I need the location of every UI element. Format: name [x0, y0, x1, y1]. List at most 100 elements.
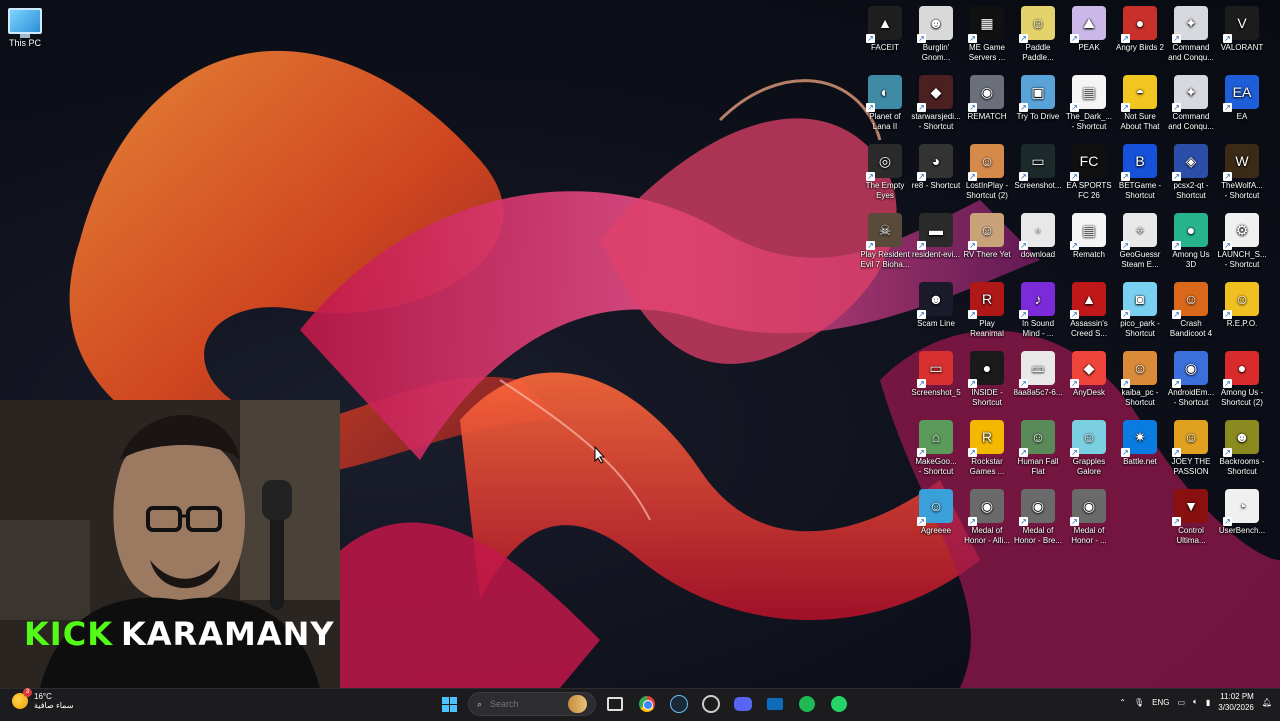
shortcut-app-icon: ◉	[1070, 489, 1106, 526]
shortcut-label: Angry Birds 2	[1115, 43, 1165, 52]
desktop-shortcut[interactable]: ▤Rematch	[1064, 211, 1114, 260]
desktop-shortcut[interactable]: ⌂MakeGoo... - Shortcut	[911, 418, 961, 477]
spotify-button[interactable]	[794, 691, 820, 717]
search-box[interactable]: ⌕	[468, 692, 596, 716]
desktop-shortcut[interactable]: ✦Command and Conqu...	[1166, 73, 1216, 132]
desktop-shortcut[interactable]: ◉Medal of Honor - ...	[1064, 487, 1114, 546]
desktop-shortcut[interactable]: ▭8aa8a5c7-6...	[1013, 349, 1063, 398]
desktop-shortcut[interactable]: ●INSIDE - Shortcut	[962, 349, 1012, 408]
shortcut-label: RV There Yet	[963, 250, 1011, 259]
desktop-shortcut[interactable]: ◉Medal of Honor - Bre...	[1013, 487, 1063, 546]
desktop-shortcut[interactable]: ●Among Us 3D	[1166, 211, 1216, 270]
shortcut-app-icon: ☠	[866, 213, 902, 250]
desktop-shortcut[interactable]: ●Angry Birds 2	[1115, 4, 1165, 53]
desktop-shortcut[interactable]: ☠Play Resident Evil 7 Bioha...	[860, 211, 910, 270]
desktop-shortcut[interactable]: ☺kaiba_pc - Shortcut	[1115, 349, 1165, 408]
app-button[interactable]	[698, 691, 724, 717]
desktop-shortcut[interactable]: ◙pico_park - Shortcut	[1115, 280, 1165, 339]
discord-button[interactable]	[730, 691, 756, 717]
shortcut-label: In Sound Mind - ...	[1021, 319, 1055, 338]
desktop-shortcut[interactable]: ☻Burglin' Gnom...	[911, 4, 961, 63]
desktop-shortcut[interactable]: ◕re8 - Shortcut	[911, 142, 961, 191]
desktop-shortcut[interactable]: ☺RV There Yet	[962, 211, 1012, 260]
desktop-shortcut[interactable]: ◉AndroidEm... - Shortcut	[1166, 349, 1216, 408]
shortcut-app-icon: ☺	[1172, 282, 1208, 319]
desktop-shortcut[interactable]: ☻Scam Line	[911, 280, 961, 329]
weather-widget[interactable]: 3 16°C سماء صافية	[12, 688, 74, 710]
desktop-shortcut[interactable]: ⚙LAUNCH_S... - Shortcut	[1217, 211, 1267, 270]
desktop-shortcut[interactable]: EAEA	[1217, 73, 1267, 122]
desktop-shortcut[interactable]: ☺Human Fall Flat	[1013, 418, 1063, 477]
desktop-shortcut[interactable]: VVALORANT	[1217, 4, 1267, 53]
desktop-shortcut[interactable]: ◐Planet of Lana II	[860, 73, 910, 132]
discord-icon	[734, 697, 752, 711]
shortcut-label: re8 - Shortcut	[911, 181, 961, 190]
desktop-shortcut[interactable]: ▦ME Game Servers ...	[962, 4, 1012, 63]
whatsapp-button[interactable]	[826, 691, 852, 717]
notification-bell-icon[interactable]: 🔔︎	[1262, 698, 1272, 707]
desktop-shortcut[interactable]: ▤The_Dark_... - Shortcut	[1064, 73, 1114, 132]
microphone-icon[interactable]: 🎙︎	[1134, 698, 1144, 707]
desktop-shortcut[interactable]: ▬resident-evi...	[911, 211, 961, 260]
language-indicator[interactable]: ENG	[1152, 698, 1169, 707]
shortcut-label: TheWolfA... - Shortcut	[1221, 181, 1263, 200]
desktop-shortcut[interactable]: ☺LostInPlay - Shortcut (2)	[962, 142, 1012, 201]
desktop-shortcut[interactable]: ☺Agreeee	[911, 487, 961, 536]
desktop-shortcut[interactable]: BBETGame - Shortcut	[1115, 142, 1165, 201]
this-pc-shortcut[interactable]: This PC	[4, 6, 46, 48]
desktop-shortcut[interactable]: ⛰PEAK	[1064, 4, 1114, 53]
shortcut-label: Human Fall Flat	[1017, 457, 1059, 476]
desktop-shortcut[interactable]: ●Among Us - Shortcut (2)	[1217, 349, 1267, 408]
desktop-shortcut[interactable]: ◉REMATCH	[962, 73, 1012, 122]
desktop-shortcut[interactable]: ☺R.E.P.O.	[1217, 280, 1267, 329]
mail-button[interactable]	[762, 691, 788, 717]
desktop-shortcut[interactable]: RPlay Reanimal	[962, 280, 1012, 339]
battery-icon[interactable]: ▮	[1206, 698, 1210, 707]
tray-overflow-chevron-icon[interactable]: ⌃	[1119, 698, 1126, 707]
network-icon[interactable]: ▭	[1177, 698, 1185, 707]
start-button[interactable]	[436, 691, 462, 717]
desktop-shortcut[interactable]: ☺Crash Bandicoot 4	[1166, 280, 1216, 339]
desktop-icon-grid: ▲FACEIT☻Burglin' Gnom...▦ME Game Servers…	[860, 4, 1280, 552]
shortcut-app-icon: ◉	[968, 489, 1004, 526]
shortcut-app-icon: ☺	[1019, 6, 1055, 43]
shortcut-label: Medal of Honor - Alli...	[964, 526, 1010, 545]
desktop-shortcut[interactable]: ☻Backrooms - Shortcut	[1217, 418, 1267, 477]
shortcut-app-icon: ▤	[1070, 213, 1106, 250]
shortcut-app-icon: FC	[1070, 144, 1106, 181]
shortcut-label: The Empty Eyes	[865, 181, 905, 200]
desktop-shortcut[interactable]: FCEA SPORTS FC 26	[1064, 142, 1114, 201]
desktop-shortcut[interactable]: ◓Not Sure About That	[1115, 73, 1165, 132]
desktop-shortcut[interactable]: ◆starwarsjedi... - Shortcut	[911, 73, 961, 132]
desktop-shortcut[interactable]: ☺JOEY THE PASSION	[1166, 418, 1216, 477]
desktop-shortcut[interactable]: ▭Screenshot_5	[911, 349, 961, 398]
desktop-shortcut[interactable]: ⌖GeoGuessr Steam E...	[1115, 211, 1165, 270]
shortcut-app-icon: ☻	[1223, 420, 1259, 457]
search-input[interactable]	[488, 698, 563, 710]
task-view-button[interactable]	[602, 691, 628, 717]
clock[interactable]: 11:02 PM 3/30/2026	[1218, 691, 1254, 713]
volume-icon[interactable]: 🔈︎	[1193, 697, 1198, 707]
shortcut-app-icon: ◔	[1223, 489, 1259, 526]
desktop-shortcut[interactable]: ◈pcsx2-qt - Shortcut	[1166, 142, 1216, 201]
desktop-shortcut[interactable]: ▭Screenshot...	[1013, 142, 1063, 191]
desktop-shortcut[interactable]: ◔UserBench...	[1217, 487, 1267, 536]
desktop-shortcut[interactable]: ◉Medal of Honor - Alli...	[962, 487, 1012, 546]
desktop-shortcut[interactable]: ▣Try To Drive	[1013, 73, 1063, 122]
desktop-shortcut[interactable]: WTheWolfA... - Shortcut	[1217, 142, 1267, 201]
shortcut-app-icon: ☻	[917, 6, 953, 43]
desktop-shortcut[interactable]: ▼Control Ultima...	[1166, 487, 1216, 546]
steam-button[interactable]	[666, 691, 692, 717]
desktop-shortcut[interactable]: RRockstar Games ...	[962, 418, 1012, 477]
desktop-shortcut[interactable]: ◎The Empty Eyes	[860, 142, 910, 201]
desktop-shortcut[interactable]: ☺Grapples Galore	[1064, 418, 1114, 477]
chrome-button[interactable]	[634, 691, 660, 717]
desktop-shortcut[interactable]: ▲FACEIT	[860, 4, 910, 53]
desktop-shortcut[interactable]: ◆AnyDesk	[1064, 349, 1114, 398]
desktop-shortcut[interactable]: ◦download	[1013, 211, 1063, 260]
desktop-shortcut[interactable]: ♪In Sound Mind - ...	[1013, 280, 1063, 339]
desktop-shortcut[interactable]: ☺Paddle Paddle...	[1013, 4, 1063, 63]
desktop-shortcut[interactable]: ▲Assassin's Creed S...	[1064, 280, 1114, 339]
desktop-shortcut[interactable]: ✷Battle.net	[1115, 418, 1165, 467]
desktop-shortcut[interactable]: ✦Command and Conqu...	[1166, 4, 1216, 63]
